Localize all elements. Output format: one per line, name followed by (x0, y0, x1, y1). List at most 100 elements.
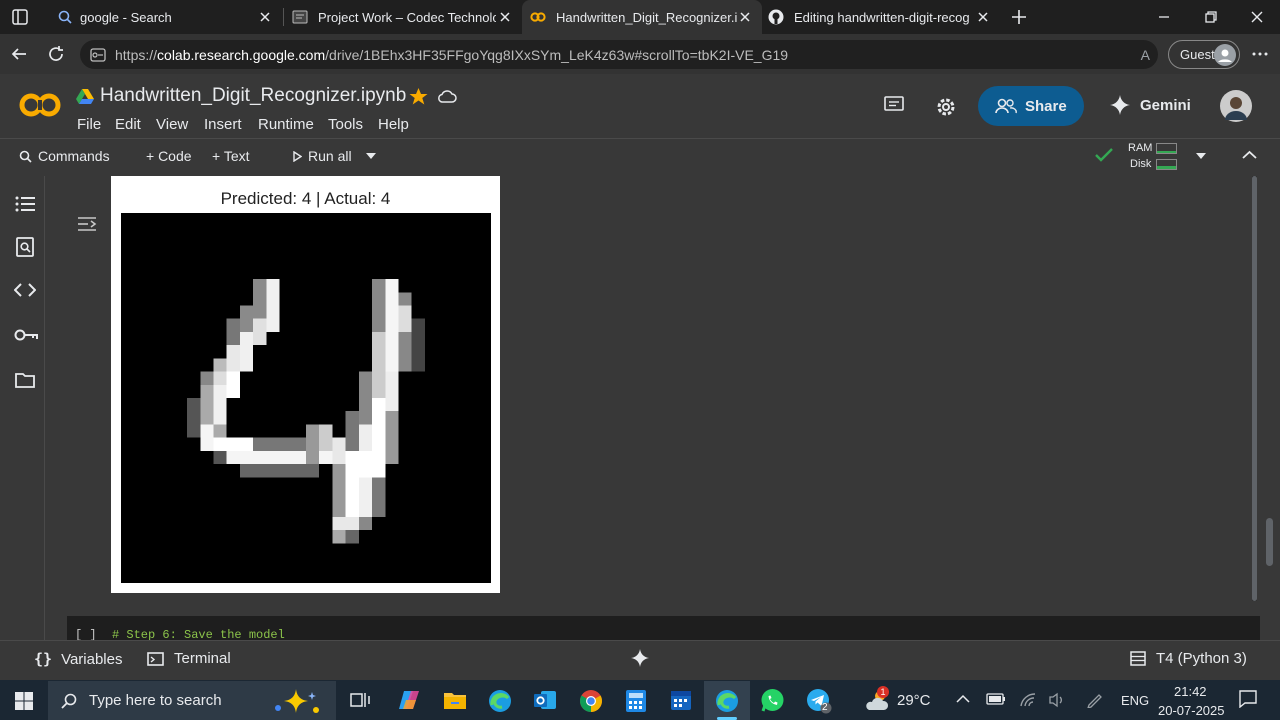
settings-gear-icon[interactable] (935, 96, 957, 118)
chrome-icon[interactable] (579, 689, 603, 713)
outlook-icon[interactable] (533, 689, 557, 711)
colab-header: Handwritten_Digit_Recognizer.ipynb Gemin… (0, 74, 1280, 176)
whatsapp-icon[interactable] (760, 688, 785, 713)
commands-label: Commands (38, 148, 110, 164)
menu-file[interactable]: File (77, 116, 101, 133)
resources-dropdown-icon[interactable] (1195, 152, 1207, 160)
menu-insert[interactable]: Insert (204, 116, 242, 133)
variables-button[interactable]: {} Variables (34, 650, 122, 668)
menu-edit[interactable]: Edit (115, 116, 141, 133)
close-tab-icon[interactable] (496, 8, 514, 26)
file-explorer-icon[interactable] (443, 690, 467, 710)
menu-tools[interactable]: Tools (328, 116, 363, 133)
add-code-button[interactable]: + Code (146, 148, 192, 164)
notifications-icon[interactable] (1239, 690, 1257, 708)
run-all-dropdown-icon[interactable] (365, 152, 377, 160)
menu-help[interactable]: Help (378, 116, 409, 133)
terminal-button[interactable]: Terminal (147, 650, 231, 667)
browser-menu-icon[interactable] (1251, 46, 1269, 62)
refresh-icon[interactable] (47, 45, 65, 63)
document-icon (292, 9, 308, 25)
close-tab-icon[interactable] (736, 8, 754, 26)
output-actions-icon[interactable] (77, 216, 97, 232)
gemini-button[interactable]: Gemini (1140, 97, 1191, 114)
task-view-icon[interactable] (350, 691, 370, 709)
gemini-sparkle-icon[interactable] (631, 649, 649, 667)
new-tab-icon[interactable] (1010, 8, 1028, 26)
code-snippets-icon[interactable] (14, 283, 36, 297)
read-aloud-icon[interactable]: A (1141, 47, 1150, 63)
url-prefix: https:// (115, 46, 158, 63)
taskbar-search-box[interactable]: Type here to search (48, 681, 336, 720)
profile-guest-button[interactable]: Guest (1168, 40, 1240, 69)
commands-button[interactable]: Commands (19, 148, 110, 164)
menu-runtime[interactable]: Runtime (258, 116, 314, 133)
collapse-header-icon[interactable] (1242, 150, 1257, 160)
search-icon (58, 10, 72, 24)
pen-icon[interactable] (1086, 692, 1104, 708)
secrets-key-icon[interactable] (14, 328, 38, 342)
minimize-icon[interactable] (1156, 9, 1172, 25)
files-folder-icon[interactable] (15, 372, 35, 388)
tab-github-editing[interactable]: Editing handwritten-digit-recogni (764, 0, 1000, 34)
comments-icon[interactable] (884, 96, 904, 114)
restore-icon[interactable] (1203, 9, 1219, 25)
telegram-icon[interactable] (806, 688, 832, 714)
copilot-icon[interactable] (397, 689, 421, 711)
table-of-contents-icon[interactable] (15, 196, 35, 212)
terminal-icon (147, 651, 164, 666)
runtime-status-button[interactable]: T4 (Python 3) (1130, 650, 1247, 667)
calculator-icon[interactable] (625, 689, 647, 713)
ram-meter[interactable] (1156, 143, 1177, 154)
close-window-icon[interactable] (1249, 9, 1265, 25)
show-hidden-icons[interactable] (956, 694, 970, 704)
tab-title: Handwritten_Digit_Recognizer.ipy (556, 9, 738, 25)
tab-colab-notebook[interactable]: Handwritten_Digit_Recognizer.ipy (522, 0, 762, 34)
scrollbar-thumb[interactable] (1252, 176, 1257, 601)
braces-icon: {} (34, 650, 53, 668)
add-text-button[interactable]: + Text (212, 148, 250, 164)
tab-actions-icon[interactable] (12, 9, 28, 25)
run-all-button[interactable]: Run all (293, 148, 352, 164)
calendar-icon[interactable] (670, 689, 692, 711)
active-edge-taskbar-button[interactable] (704, 681, 750, 720)
people-icon (995, 98, 1017, 114)
close-tab-icon[interactable] (974, 8, 992, 26)
tab-google-search[interactable]: google - Search (44, 0, 280, 34)
weather-temperature[interactable]: 29°C (897, 692, 931, 709)
content-scrollbar[interactable] (1252, 176, 1257, 601)
runtime-label: T4 (Python 3) (1156, 650, 1247, 667)
url-host: colab.research.google.com (157, 46, 326, 63)
share-label: Share (1025, 97, 1067, 115)
tab-title: google - Search (80, 9, 172, 25)
disk-meter[interactable] (1156, 159, 1177, 170)
outer-scrollbar-thumb[interactable] (1266, 518, 1273, 566)
left-sidebar (0, 176, 45, 640)
windows-start-icon[interactable] (15, 692, 33, 710)
close-tab-icon[interactable] (256, 8, 274, 26)
edge-icon[interactable] (488, 689, 512, 713)
language-indicator[interactable]: ENG (1121, 693, 1149, 708)
tab-project-work[interactable]: Project Work – Codec Technologie (284, 0, 520, 34)
clock-time[interactable]: 21:42 (1174, 684, 1207, 699)
volume-icon[interactable] (1048, 692, 1066, 708)
cloud-saved-icon[interactable] (437, 88, 457, 104)
site-info-icon[interactable] (90, 47, 106, 62)
share-button[interactable]: Share (978, 86, 1084, 126)
address-bar[interactable]: https:// colab.research.google.com /driv… (80, 40, 1158, 69)
notebook-title[interactable]: Handwritten_Digit_Recognizer.ipynb (100, 85, 406, 107)
battery-icon[interactable] (986, 692, 1006, 706)
code-cell-save-model[interactable]: [ ] # Step 6: Save the model (67, 616, 1260, 642)
search-icon (61, 693, 77, 709)
menu-view[interactable]: View (156, 116, 188, 133)
user-avatar[interactable] (1220, 90, 1252, 122)
back-icon[interactable] (10, 45, 28, 63)
star-icon[interactable] (409, 87, 428, 106)
network-icon[interactable] (1019, 692, 1037, 708)
find-replace-icon[interactable] (16, 237, 34, 257)
github-icon (768, 9, 784, 25)
gemini-icon (1110, 95, 1130, 115)
edge-icon (715, 689, 739, 713)
colab-logo[interactable] (19, 91, 61, 119)
clock-date[interactable]: 20-07-2025 (1158, 703, 1225, 718)
